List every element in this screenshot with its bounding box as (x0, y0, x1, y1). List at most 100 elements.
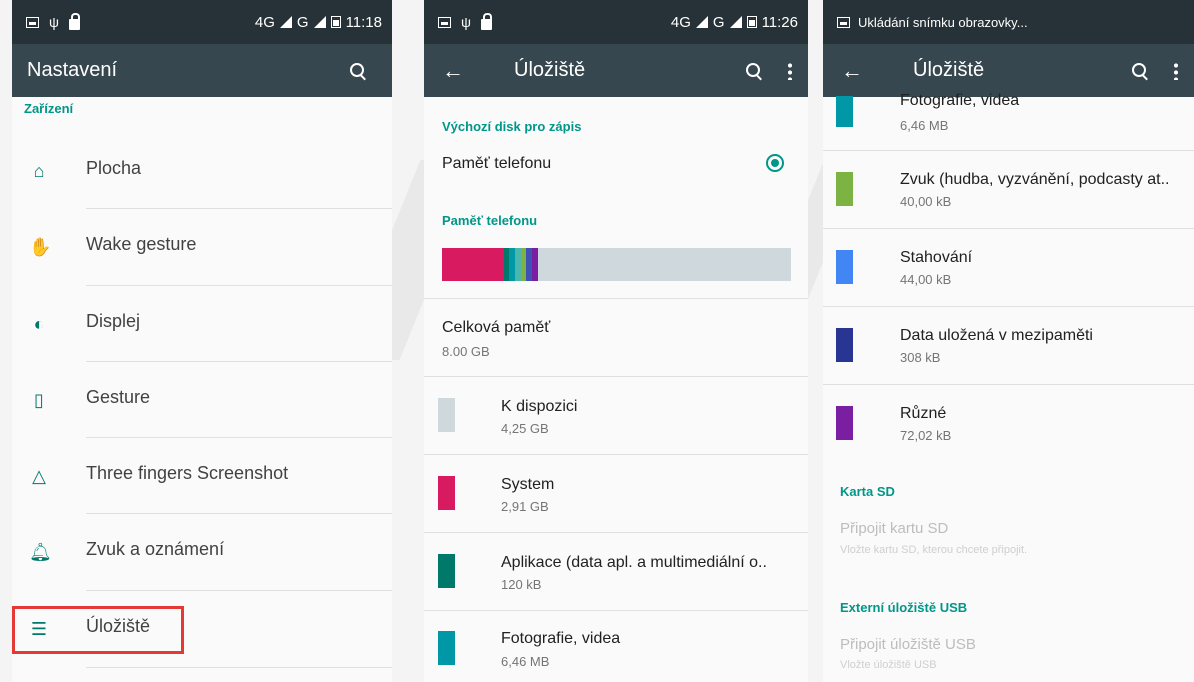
triangle-icon: △ (32, 466, 46, 486)
screen-storage-scrolled: Ukládání snímku obrazovky... ← Úložiště … (823, 0, 1194, 682)
signal-icon (279, 16, 292, 28)
storage-category-size: 72,02 kB (900, 428, 952, 443)
total-memory-value: 8.00 GB (442, 344, 490, 359)
back-arrow-icon[interactable]: ← (442, 58, 470, 84)
settings-item-plocha[interactable]: ⌂ Plocha (12, 133, 392, 209)
hand-icon: ✋ (29, 237, 52, 257)
usb-icon: ψ (49, 14, 59, 30)
carrier-type: G (712, 13, 725, 31)
settings-item-three-fingers-screenshot[interactable]: △ Three fingers Screenshot (12, 438, 392, 514)
storage-category-label: K dispozici (501, 398, 578, 415)
screenshot-notification-icon (438, 16, 451, 28)
status-bar: ψ 4G G 11:18 (12, 0, 392, 44)
storage-category-label: Data uložená v mezipaměti (900, 327, 1093, 344)
mount-usb-subtitle: Vložte úložiště USB (840, 659, 937, 671)
mount-usb-storage[interactable]: Připojit úložiště USB Vložte úložiště US… (823, 628, 1194, 682)
more-options-icon[interactable] (788, 61, 792, 80)
storage-category-label: System (501, 476, 555, 493)
radio-button-selected[interactable] (766, 154, 784, 172)
section-header: Paměť telefonu (442, 213, 538, 228)
screenshot-notification-icon (26, 16, 39, 28)
storage-row-cache[interactable]: Data uložená v mezipaměti 308 kB (823, 307, 1194, 384)
usb-icon: ψ (461, 14, 471, 30)
settings-item-zvuk[interactable]: 🔔︎ Zvuk a oznámení (12, 514, 392, 590)
battery-icon (746, 16, 757, 28)
search-icon[interactable] (746, 62, 762, 79)
settings-item-displej[interactable]: ◐ Displej (12, 286, 392, 362)
storage-row-misc[interactable]: Různé 72,02 kB (823, 385, 1194, 462)
back-arrow-icon[interactable]: ← (841, 58, 869, 84)
bell-icon: 🔔︎ (29, 542, 52, 562)
mount-sd-subtitle: Vložte kartu SD, kterou chcete připojit. (840, 544, 1028, 556)
section-header: Karta SD (840, 484, 895, 499)
more-options-icon[interactable] (1174, 61, 1178, 80)
network-type: 4G (254, 13, 275, 31)
page-title: Úložiště (913, 59, 985, 81)
storage-category-label: Zvuk (hudba, vyzvánění, podcasty at.. (900, 171, 1170, 188)
storage-usage-bar (442, 248, 791, 281)
page-title: Úložiště (514, 59, 586, 81)
bar-segment-misc (532, 248, 538, 281)
network-type: 4G (670, 13, 691, 31)
color-swatch (836, 406, 853, 440)
screen-storage: ψ 4G G 11:26 ← Úložiště Výchozí disk pro… (424, 0, 808, 682)
signal-icon (313, 16, 326, 28)
storage-category-label: Různé (900, 405, 947, 422)
mount-sd-card[interactable]: Připojit kartu SD Vložte kartu SD, ktero… (823, 512, 1194, 562)
bar-segment-system (442, 248, 504, 281)
screenshot-notification-icon (837, 16, 850, 28)
storage-category-size: 2,91 GB (501, 499, 549, 514)
app-bar: Nastavení (12, 44, 392, 97)
storage-row-photos[interactable]: Fotografie, videa 6,46 MB (424, 611, 808, 682)
carrier-type: G (296, 13, 309, 31)
total-memory-row: Celková paměť 8.00 GB (424, 299, 808, 376)
storage-category-size: 40,00 kB (900, 194, 952, 209)
settings-item-label: Zvuk a oznámení (86, 539, 225, 559)
clock: 11:26 (761, 13, 798, 31)
clock: 11:18 (345, 13, 382, 31)
app-bar: ← Úložiště (823, 44, 1194, 97)
storage-category-size: 6,46 MB (501, 654, 550, 669)
storage-category-label: Stahování (900, 249, 973, 266)
storage-category-label: Fotografie, videa (900, 92, 1020, 109)
color-swatch (836, 250, 853, 284)
section-header: Výchozí disk pro zápis (442, 119, 582, 134)
search-icon[interactable] (350, 62, 366, 79)
color-swatch (836, 328, 853, 362)
storage-row-apps[interactable]: Aplikace (data apl. a multimediální o.. … (424, 533, 808, 610)
search-icon[interactable] (1132, 62, 1148, 79)
settings-item-gesture[interactable]: ▯ Gesture (12, 362, 392, 438)
storage-row-system[interactable]: System 2,91 GB (424, 455, 808, 532)
storage-category-size: 308 kB (900, 350, 941, 365)
storage-category-label: Aplikace (data apl. a multimediální o.. (501, 554, 767, 571)
battery-icon (330, 16, 341, 28)
color-swatch (438, 398, 455, 432)
storage-row-downloads[interactable]: Stahování 44,00 kB (823, 229, 1194, 306)
color-swatch (836, 172, 853, 206)
section-header: Zařízení (24, 101, 74, 116)
storage-row-audio[interactable]: Zvuk (hudba, vyzvánění, podcasty at.. 40… (823, 151, 1194, 228)
section-header: Externí úložiště USB (840, 600, 968, 615)
settings-item-label: Displej (86, 311, 141, 331)
color-swatch (438, 476, 455, 510)
storage-category-size: 120 kB (501, 577, 542, 592)
page-title: Nastavení (27, 59, 118, 81)
signal-icon (695, 16, 708, 28)
settings-item-label: Wake gesture (86, 234, 197, 254)
storage-category-size: 4,25 GB (501, 421, 549, 436)
screen-settings: ψ 4G G 11:18 Nastavení Zařízení ⌂ Plocha… (12, 0, 392, 682)
phone-icon: ▯ (34, 390, 44, 410)
storage-row-photos[interactable]: Fotografie, videa 6,46 MB (823, 92, 1194, 151)
lock-icon (480, 12, 492, 30)
storage-category-size: 44,00 kB (900, 272, 952, 287)
default-disk-option[interactable]: Paměť telefonu (424, 142, 808, 186)
mount-usb-title: Připojit úložiště USB (840, 636, 976, 653)
settings-item-wake-gesture[interactable]: ✋ Wake gesture (12, 209, 392, 285)
settings-item-label: Three fingers Screenshot (86, 463, 289, 483)
lock-icon (68, 12, 80, 30)
storage-row-available[interactable]: K dispozici 4,25 GB (424, 377, 808, 454)
color-swatch (438, 554, 455, 588)
settings-item-label: Plocha (86, 158, 142, 178)
status-bar: Ukládání snímku obrazovky... (823, 0, 1194, 44)
total-memory-label: Celková paměť (442, 319, 551, 336)
